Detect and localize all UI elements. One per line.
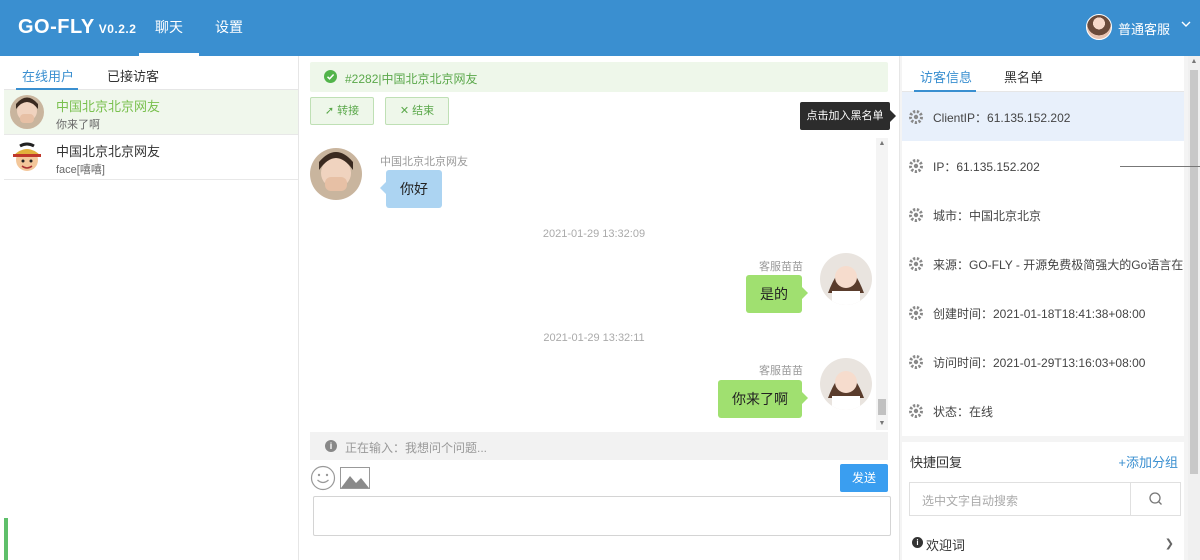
divider (1120, 166, 1200, 167)
message-bubble: 你来了啊 (718, 380, 808, 418)
message-timestamp: 2021-01-29 13:32:11 (543, 332, 645, 344)
chevron-down-icon (1181, 21, 1191, 27)
search-icon (1149, 492, 1162, 505)
message-sender: 客服苗苗 (759, 261, 803, 273)
gear-icon (909, 110, 923, 124)
message-bubble: 是的 (746, 275, 808, 313)
info-text: 状态：在线 (933, 405, 994, 419)
info-row-status[interactable]: 状态：在线 (902, 386, 1184, 435)
visitor-avatar (10, 95, 44, 129)
visitor-item[interactable]: 中国北京北京网友 face[嘻嘻] (4, 135, 298, 180)
quick-reply-search[interactable]: 选中文字自动搜索 (909, 482, 1181, 516)
message-timestamp: 2021-01-29 13:32:09 (542, 228, 646, 240)
message-bubble: 你好 (380, 170, 442, 208)
visitor-last-message: face[嘻嘻] (56, 164, 105, 176)
send-button[interactable]: 发送 (840, 464, 888, 492)
top-bar: GO-FLY V0.2.2 聊天 设置 普通客服 (0, 0, 1200, 56)
chat-title: #2282|中国北京北京网友 (345, 72, 478, 86)
nav-settings[interactable]: 设置 (199, 0, 259, 56)
info-text: 创建时间：2021-01-18T18:41:38+08:00 (933, 307, 1146, 321)
close-icon: ✕ (399, 105, 413, 117)
chat-scrollbar[interactable]: ▲ ▼ (876, 138, 888, 430)
info-card: 访客信息 黑名单 ClientIP：61.135.152.202 IP：61.1… (902, 56, 1184, 436)
quick-reply-group-label: 欢迎词 (926, 538, 966, 553)
info-row-city[interactable]: 城市：中国北京北京 (902, 190, 1184, 239)
tab-visitor-info[interactable]: 访客信息 (920, 67, 972, 86)
info-text: ClientIP：61.135.152.202 (933, 111, 1071, 125)
transfer-button[interactable]: ➚ 转接 (310, 97, 374, 125)
info-text: 城市：中国北京北京 (933, 209, 1042, 223)
gear-icon (909, 355, 923, 369)
agent-avatar (820, 358, 872, 410)
image-icon[interactable] (340, 467, 370, 489)
message-sender: 中国北京北京网友 (380, 156, 468, 168)
chat-panel: #2282|中国北京北京网友 ➚ 转接 ✕ 结束 中国北京北京网友 你好 202… (300, 56, 898, 560)
search-button[interactable] (1130, 483, 1180, 515)
scroll-up-arrow-icon[interactable]: ▲ (878, 140, 886, 148)
info-text: IP：61.135.152.202 (933, 160, 1040, 174)
info-tabs: 访客信息 黑名单 (902, 56, 1184, 92)
visitor-item[interactable]: 中国北京北京网友 你来了啊 (4, 90, 298, 135)
gear-icon (909, 208, 923, 222)
message-sender: 客服苗苗 (759, 365, 803, 377)
visitor-name: 中国北京北京网友 (56, 99, 161, 114)
gear-icon (909, 404, 923, 418)
end-label: 结束 (412, 105, 435, 117)
scroll-down-arrow-icon[interactable]: ▼ (878, 420, 886, 428)
search-placeholder: 选中文字自动搜索 (922, 494, 1019, 508)
user-name: 普通客服 (1118, 22, 1171, 37)
visitor-avatar (310, 148, 362, 200)
right-scrollbar[interactable]: ▲ (1188, 56, 1200, 560)
gear-icon (909, 306, 923, 320)
chevron-right-icon: ❯ (1164, 538, 1174, 550)
info-row-visited[interactable]: 访问时间：2021-01-29T13:16:03+08:00 (902, 337, 1184, 386)
add-group-link[interactable]: +添加分组 (1118, 452, 1178, 471)
typing-text: 正在输入：我想问个问题... (345, 441, 488, 455)
end-chat-button[interactable]: ✕ 结束 (385, 97, 449, 125)
info-icon: i (912, 537, 923, 548)
info-text: 访问时间：2021-01-29T13:16:03+08:00 (933, 356, 1146, 370)
nav-chat[interactable]: 聊天 (139, 0, 199, 56)
gear-icon (909, 159, 923, 173)
typing-indicator: i 正在输入：我想问个问题... (310, 432, 888, 460)
info-row-clientip[interactable]: ClientIP：61.135.152.202 (902, 92, 1184, 141)
info-row-created[interactable]: 创建时间：2021-01-18T18:41:38+08:00 (902, 288, 1184, 337)
emoji-icon[interactable] (310, 465, 336, 491)
send-arrow-icon: ➚ (324, 105, 338, 117)
agent-avatar (820, 253, 872, 305)
message-list[interactable]: 中国北京北京网友 你好 2021-01-29 13:32:09 客服苗苗 是的 … (300, 131, 888, 431)
visitor-info-panel: 访客信息 黑名单 ClientIP：61.135.152.202 IP：61.1… (899, 56, 1200, 560)
info-text: 来源：GO-FLY - 开源免费极简强大的Go语言在线 (933, 258, 1184, 272)
visitor-panel: 在线用户 已接访客 中国北京北京网友 你来了啊 中国北京北京网友 face[嘻嘻… (4, 56, 299, 560)
gear-icon (909, 257, 923, 271)
scroll-thumb[interactable] (878, 399, 886, 415)
user-menu[interactable]: 普通客服 (1080, 0, 1200, 56)
tab-online-users[interactable]: 在线用户 (22, 66, 74, 85)
avatar (1086, 14, 1112, 40)
message-input[interactable] (313, 496, 891, 536)
blacklist-tooltip: 点击加入黑名单 (800, 102, 896, 130)
visitor-avatar (10, 140, 44, 174)
info-icon: i (325, 440, 337, 452)
scroll-indicator[interactable] (4, 518, 8, 560)
tab-blacklist[interactable]: 黑名单 (1004, 67, 1043, 86)
scroll-up-arrow-icon[interactable]: ▲ (1190, 58, 1198, 66)
transfer-label: 转接 (337, 105, 360, 117)
app-logo: GO-FLY V0.2.2 (18, 16, 136, 39)
quick-reply-group[interactable]: i 欢迎词 ❯ (910, 534, 1180, 554)
visitor-last-message: 你来了啊 (56, 119, 100, 131)
visitor-name: 中国北京北京网友 (56, 144, 161, 159)
visitor-tabs: 在线用户 已接访客 (4, 56, 298, 90)
scroll-thumb[interactable] (1190, 70, 1198, 474)
quick-reply-title: 快捷回复 (910, 455, 963, 470)
info-row-source[interactable]: 来源：GO-FLY - 开源免费极简强大的Go语言在线 (902, 239, 1184, 288)
logo-text: GO-FLY (18, 16, 95, 38)
check-circle-icon (324, 70, 337, 83)
tab-received-visitors[interactable]: 已接访客 (107, 66, 159, 85)
quick-reply-panel: 快捷回复 +添加分组 选中文字自动搜索 i 欢迎词 ❯ (902, 442, 1184, 560)
version-label: V0.2.2 (98, 22, 137, 36)
chat-header: #2282|中国北京北京网友 (310, 62, 888, 92)
